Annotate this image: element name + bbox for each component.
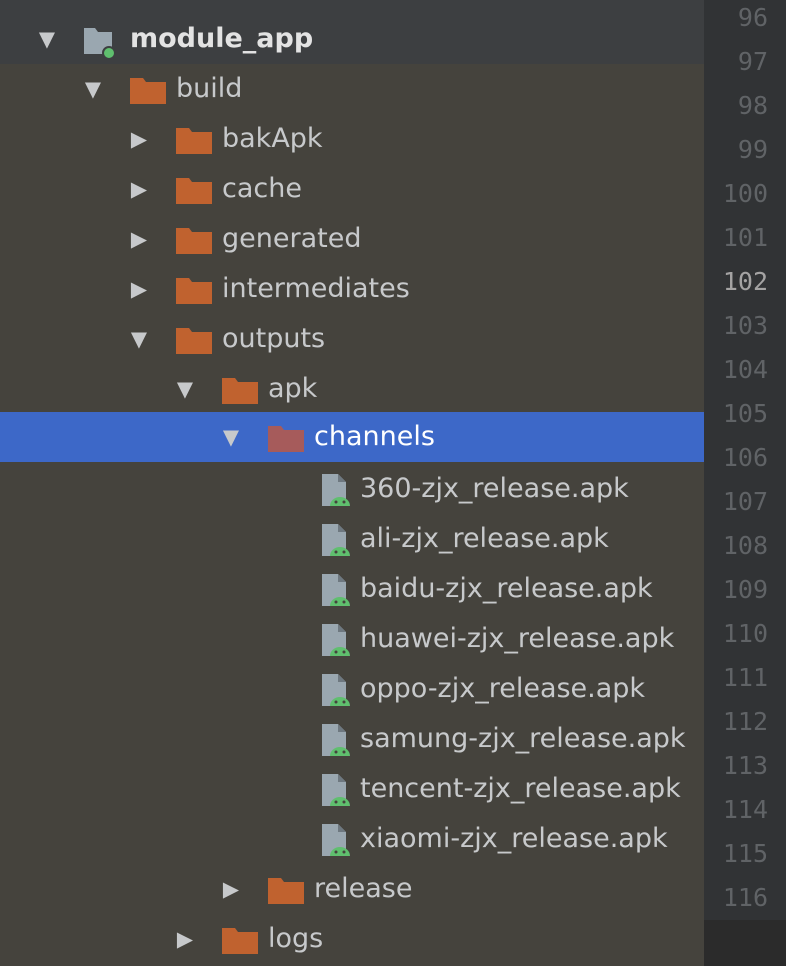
- line-number: 96: [737, 3, 768, 32]
- tree-row-label: intermediates: [222, 273, 410, 304]
- tree-row-apk-file[interactable]: tencent-zjx_release.apk: [0, 764, 704, 814]
- folder-icon: [176, 128, 212, 154]
- tree-row-build[interactable]: ▼ build: [0, 64, 704, 114]
- tree-row-apk-file[interactable]: 360-zjx_release.apk: [0, 464, 704, 514]
- folder-icon: [176, 278, 212, 304]
- tree-row-label: cache: [222, 173, 302, 204]
- expand-arrow-down-icon[interactable]: ▼: [34, 14, 60, 64]
- android-apk-icon: [322, 774, 350, 806]
- tree-row-label: huawei-zjx_release.apk: [360, 623, 675, 654]
- android-apk-icon: [322, 824, 350, 856]
- tree-row-label: bakApk: [222, 123, 323, 154]
- tree-row-label: ali-zjx_release.apk: [360, 523, 609, 554]
- ide-window: ▼ module_app ▼ build ▶ bakApk ▶ cache ▶ …: [0, 0, 786, 966]
- current-line-number: 102: [722, 267, 768, 296]
- module-icon: [84, 28, 116, 60]
- expand-arrow-down-icon[interactable]: ▼: [218, 412, 244, 462]
- line-number: 98: [737, 91, 768, 120]
- tree-row-apk-file[interactable]: xiaomi-zjx_release.apk: [0, 814, 704, 864]
- expand-arrow-down-icon[interactable]: ▼: [126, 314, 152, 364]
- tree-row-label: tencent-zjx_release.apk: [360, 773, 681, 804]
- folder-icon: [176, 228, 212, 254]
- line-number: 105: [722, 399, 768, 428]
- line-number: 107: [722, 487, 768, 516]
- line-number: 99: [737, 135, 768, 164]
- tree-row-apk-file[interactable]: samung-zjx_release.apk: [0, 714, 704, 764]
- tree-row-label: module_app: [130, 23, 314, 54]
- line-number: 115: [722, 839, 768, 868]
- tree-row-release[interactable]: ▶ release: [0, 864, 704, 914]
- line-number: 109: [722, 575, 768, 604]
- project-tree: ▼ module_app ▼ build ▶ bakApk ▶ cache ▶ …: [0, 0, 704, 966]
- line-number: 106: [722, 443, 768, 472]
- tree-row-cache[interactable]: ▶ cache: [0, 164, 704, 214]
- tree-row-apk-file[interactable]: huawei-zjx_release.apk: [0, 614, 704, 664]
- tree-row-label: release: [314, 873, 413, 904]
- android-apk-icon: [322, 524, 350, 556]
- line-number: 104: [722, 355, 768, 384]
- tree-row-module-app[interactable]: ▼ module_app: [0, 14, 704, 64]
- tree-row-label: samung-zjx_release.apk: [360, 723, 686, 754]
- tree-row-apk-file[interactable]: oppo-zjx_release.apk: [0, 664, 704, 714]
- expand-arrow-right-icon[interactable]: ▶: [126, 214, 152, 264]
- tree-row-bakapk[interactable]: ▶ bakApk: [0, 114, 704, 164]
- android-apk-icon: [322, 574, 350, 606]
- line-number: 100: [722, 179, 768, 208]
- folder-icon: [130, 78, 166, 104]
- tree-row-generated[interactable]: ▶ generated: [0, 214, 704, 264]
- line-number: 116: [722, 883, 768, 912]
- folder-icon: [176, 178, 212, 204]
- folder-icon: [222, 378, 258, 404]
- line-number: 112: [722, 707, 768, 736]
- expand-arrow-right-icon[interactable]: ▶: [126, 164, 152, 214]
- expand-arrow-right-icon[interactable]: ▶: [126, 264, 152, 314]
- tree-row-apk[interactable]: ▼ apk: [0, 364, 704, 414]
- expand-arrow-right-icon[interactable]: ▶: [126, 114, 152, 164]
- android-apk-icon: [322, 724, 350, 756]
- line-number: 110: [722, 619, 768, 648]
- tree-row-label: baidu-zjx_release.apk: [360, 573, 653, 604]
- tree-row-label: channels: [314, 421, 435, 452]
- tree-row-intermediates[interactable]: ▶ intermediates: [0, 264, 704, 314]
- folder-icon: [268, 878, 304, 904]
- expand-arrow-down-icon[interactable]: ▼: [172, 364, 198, 414]
- line-number: 101: [722, 223, 768, 252]
- tree-row-label: apk: [268, 373, 318, 404]
- line-number: 97: [737, 47, 768, 76]
- android-apk-icon: [322, 674, 350, 706]
- expand-arrow-down-icon[interactable]: ▼: [80, 64, 106, 114]
- folder-icon: [222, 928, 258, 954]
- tree-row-apk-file[interactable]: baidu-zjx_release.apk: [0, 564, 704, 614]
- line-number: 111: [722, 663, 768, 692]
- expand-arrow-right-icon[interactable]: ▶: [218, 864, 244, 914]
- android-apk-icon: [322, 474, 350, 506]
- line-number-gutter: 96 97 98 99 100 101 102 103 104 105 106 …: [704, 0, 786, 966]
- folder-icon: [268, 426, 304, 452]
- tree-row-label: outputs: [222, 323, 326, 354]
- tree-row-label: 360-zjx_release.apk: [360, 473, 629, 504]
- tree-row-label: generated: [222, 223, 362, 254]
- tree-row-label: xiaomi-zjx_release.apk: [360, 823, 668, 854]
- tree-row-label: oppo-zjx_release.apk: [360, 673, 646, 704]
- android-apk-icon: [322, 624, 350, 656]
- line-number: 114: [722, 795, 768, 824]
- tree-row-label: build: [176, 73, 243, 104]
- folder-icon: [176, 328, 212, 354]
- line-number: 108: [722, 531, 768, 560]
- line-number: 113: [722, 751, 768, 780]
- editor-area: [704, 920, 786, 966]
- tree-row-logs[interactable]: ▶ logs: [0, 914, 704, 964]
- tree-row-channels[interactable]: ▼ channels: [0, 412, 704, 462]
- expand-arrow-right-icon[interactable]: ▶: [172, 914, 198, 964]
- tree-row-apk-file[interactable]: ali-zjx_release.apk: [0, 514, 704, 564]
- line-number: 103: [722, 311, 768, 340]
- tree-row-outputs[interactable]: ▼ outputs: [0, 314, 704, 364]
- tree-row-label: logs: [268, 923, 324, 954]
